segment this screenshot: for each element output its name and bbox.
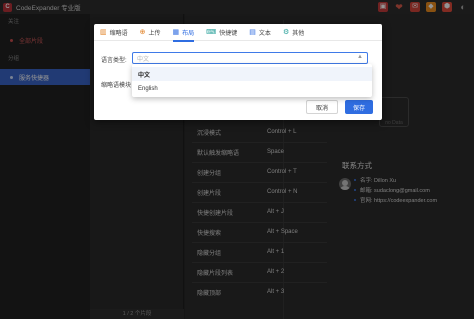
keyboard-icon: ⌨ bbox=[206, 29, 217, 36]
tab-label: 文本 bbox=[258, 30, 271, 37]
language-label: 语言类型: bbox=[101, 58, 127, 64]
tab-label: 其他 bbox=[292, 30, 305, 37]
language-select[interactable]: 中文 ▲ bbox=[132, 52, 368, 64]
tab-label: 快捷键 bbox=[219, 30, 238, 37]
tab-label: 上传 bbox=[148, 30, 161, 37]
text-icon: ▤ bbox=[249, 29, 256, 36]
upload-icon: ⊕ bbox=[139, 29, 146, 36]
chevron-up-icon: ▲ bbox=[357, 54, 363, 60]
tab-abbreviation[interactable]: ▥ 缩略语 bbox=[100, 24, 128, 41]
dropdown-option-chinese[interactable]: 中文 bbox=[132, 67, 372, 81]
language-select-value: 中文 bbox=[137, 56, 150, 63]
cancel-button[interactable]: 取消 bbox=[306, 100, 338, 114]
dropdown-option-english[interactable]: English bbox=[132, 82, 372, 96]
tab-text[interactable]: ▤ 文本 bbox=[249, 24, 271, 41]
gear-icon: ⚙ bbox=[282, 29, 290, 36]
tab-other[interactable]: ⚙ 其他 bbox=[283, 24, 304, 41]
tab-shortcuts[interactable]: ⌨ 快捷键 bbox=[206, 24, 237, 41]
tab-upload[interactable]: ⊕ 上传 bbox=[140, 24, 161, 41]
list-icon: ▥ bbox=[100, 29, 107, 36]
tab-layout[interactable]: ▦ 布局 bbox=[172, 24, 195, 42]
tab-label: 缩略语 bbox=[109, 30, 128, 37]
settings-tabs: ▥ 缩略语 ⊕ 上传 ▦ 布局 ⌨ 快捷键 ▤ 文本 ⚙ 其他 bbox=[94, 24, 382, 42]
tab-label: 布局 bbox=[182, 30, 195, 37]
abbreviation-module-label: 缩略语模块 bbox=[101, 83, 132, 89]
language-dropdown: 中文 English bbox=[132, 64, 372, 97]
save-button[interactable]: 保存 bbox=[345, 100, 373, 114]
layout-icon: ▦ bbox=[172, 29, 180, 36]
